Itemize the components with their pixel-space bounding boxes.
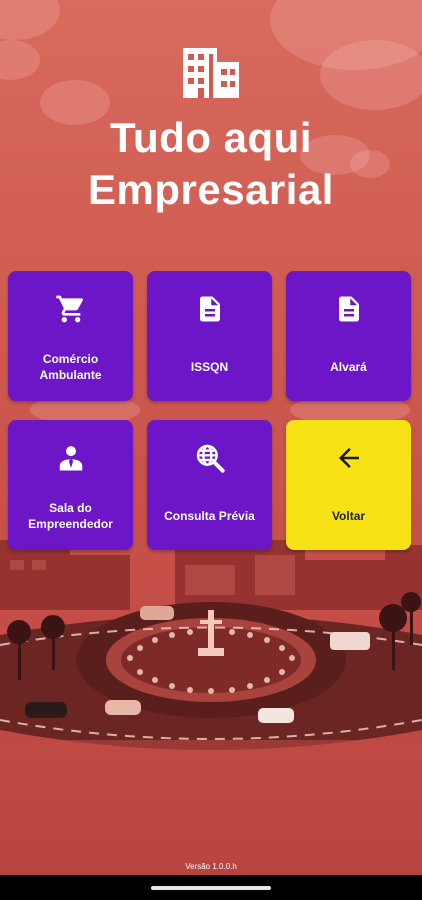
document-icon <box>338 296 359 322</box>
tile-label: Sala do Empreendedor <box>28 501 113 531</box>
tile-label: Comércio Ambulante <box>39 352 102 382</box>
menu-tile-issqn[interactable]: ISSQN <box>147 271 272 401</box>
menu-tile-alvara[interactable]: Alvará <box>286 271 411 401</box>
cloud-decoration <box>0 40 40 80</box>
menu-tile-comercio-ambulante[interactable]: Comércio Ambulante <box>8 271 133 401</box>
tile-label: Voltar <box>331 509 366 523</box>
menu-tile-consulta-previa[interactable]: Consulta Prévia <box>147 420 272 550</box>
system-navigation-bar <box>0 875 422 900</box>
tile-label: ISSQN <box>190 360 229 374</box>
home-gesture-handle[interactable] <box>151 886 271 890</box>
globe-search-icon <box>196 444 225 473</box>
arrow-left-icon <box>338 448 359 468</box>
version-text: Versão 1.0.0.h <box>185 862 237 871</box>
tile-label: Consulta Prévia <box>164 509 255 523</box>
back-button[interactable]: Voltar <box>286 420 411 550</box>
title-line-2: Empresarial <box>88 166 334 213</box>
city-illustration <box>0 540 422 800</box>
shopping-cart-icon <box>55 295 83 323</box>
title-line-1: Tudo aqui <box>109 114 312 161</box>
cloud-decoration <box>320 40 422 110</box>
tile-label: Alvará <box>330 360 367 374</box>
app-screen: Tudo aqui Empresarial Comércio Ambulante… <box>0 0 422 875</box>
entrepreneur-icon <box>59 446 82 471</box>
page-title: Tudo aqui Empresarial <box>0 112 422 216</box>
building-logo-icon <box>183 48 239 98</box>
menu-tile-sala-do-empreendedor[interactable]: Sala do Empreendedor <box>8 420 133 550</box>
cloud-decoration <box>0 0 60 40</box>
document-icon <box>199 296 220 322</box>
